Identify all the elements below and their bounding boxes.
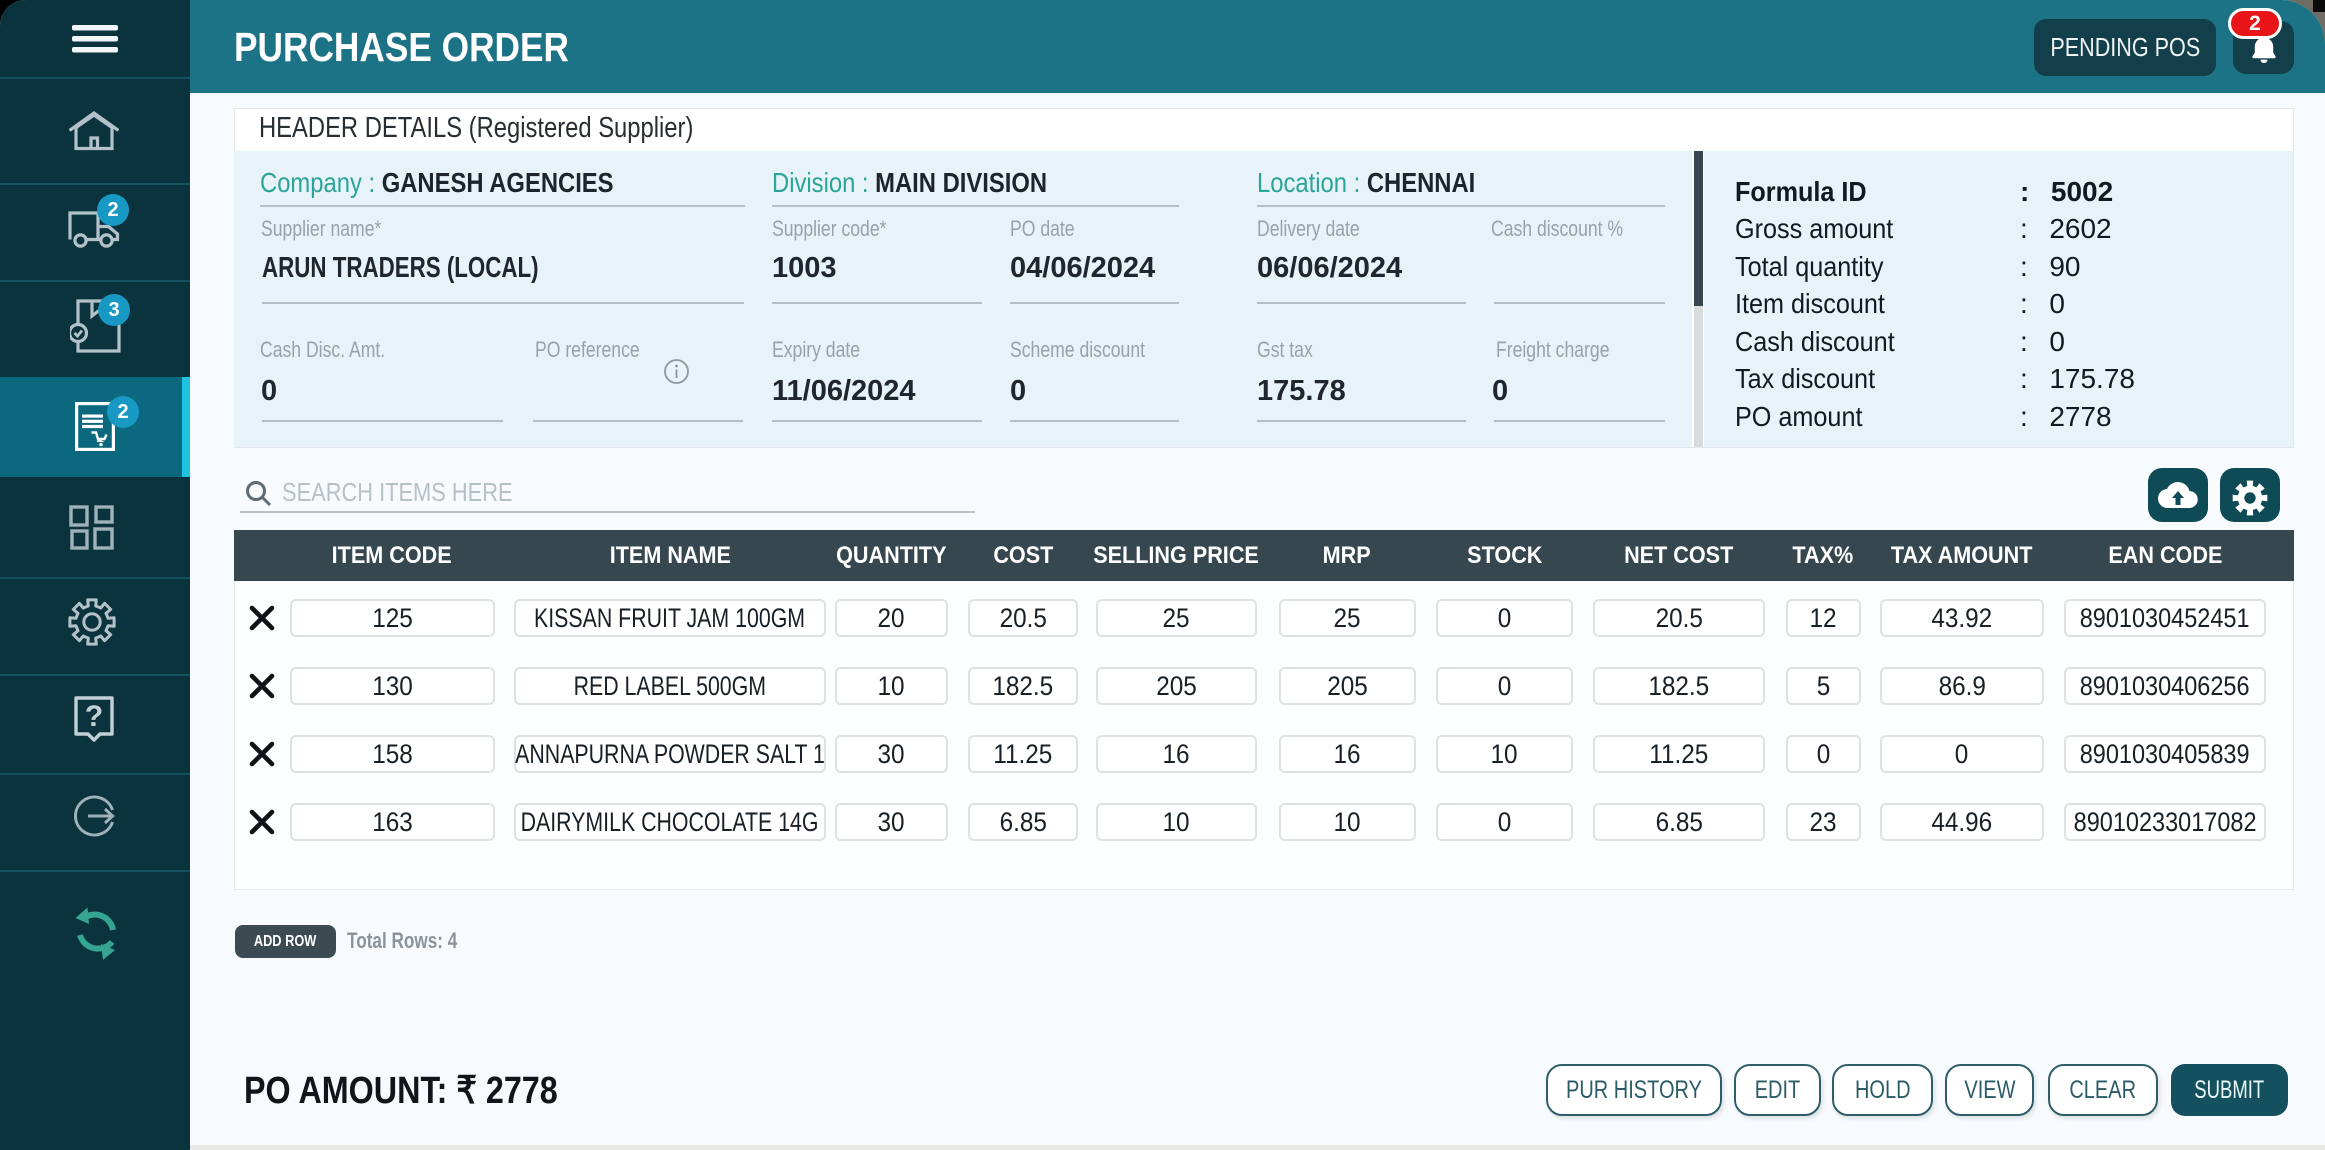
svg-text:?: ? <box>85 700 103 733</box>
